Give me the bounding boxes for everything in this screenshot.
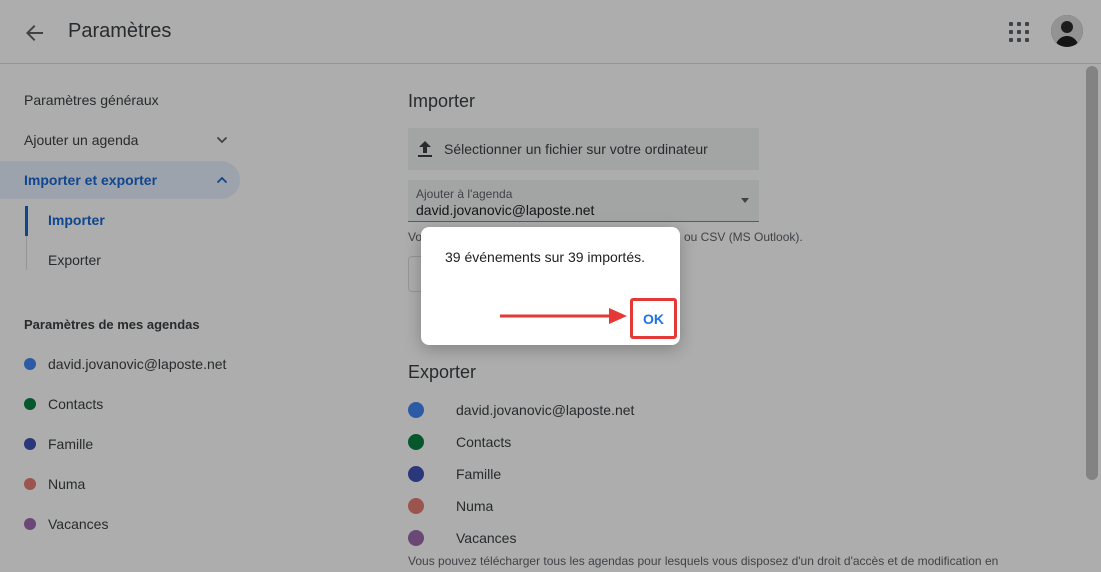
annotation-arrow-icon	[500, 308, 627, 324]
dialog-message: 39 événements sur 39 importés.	[445, 249, 645, 265]
ok-button[interactable]: OK	[635, 303, 672, 334]
import-result-dialog: 39 événements sur 39 importés. OK	[421, 227, 680, 345]
